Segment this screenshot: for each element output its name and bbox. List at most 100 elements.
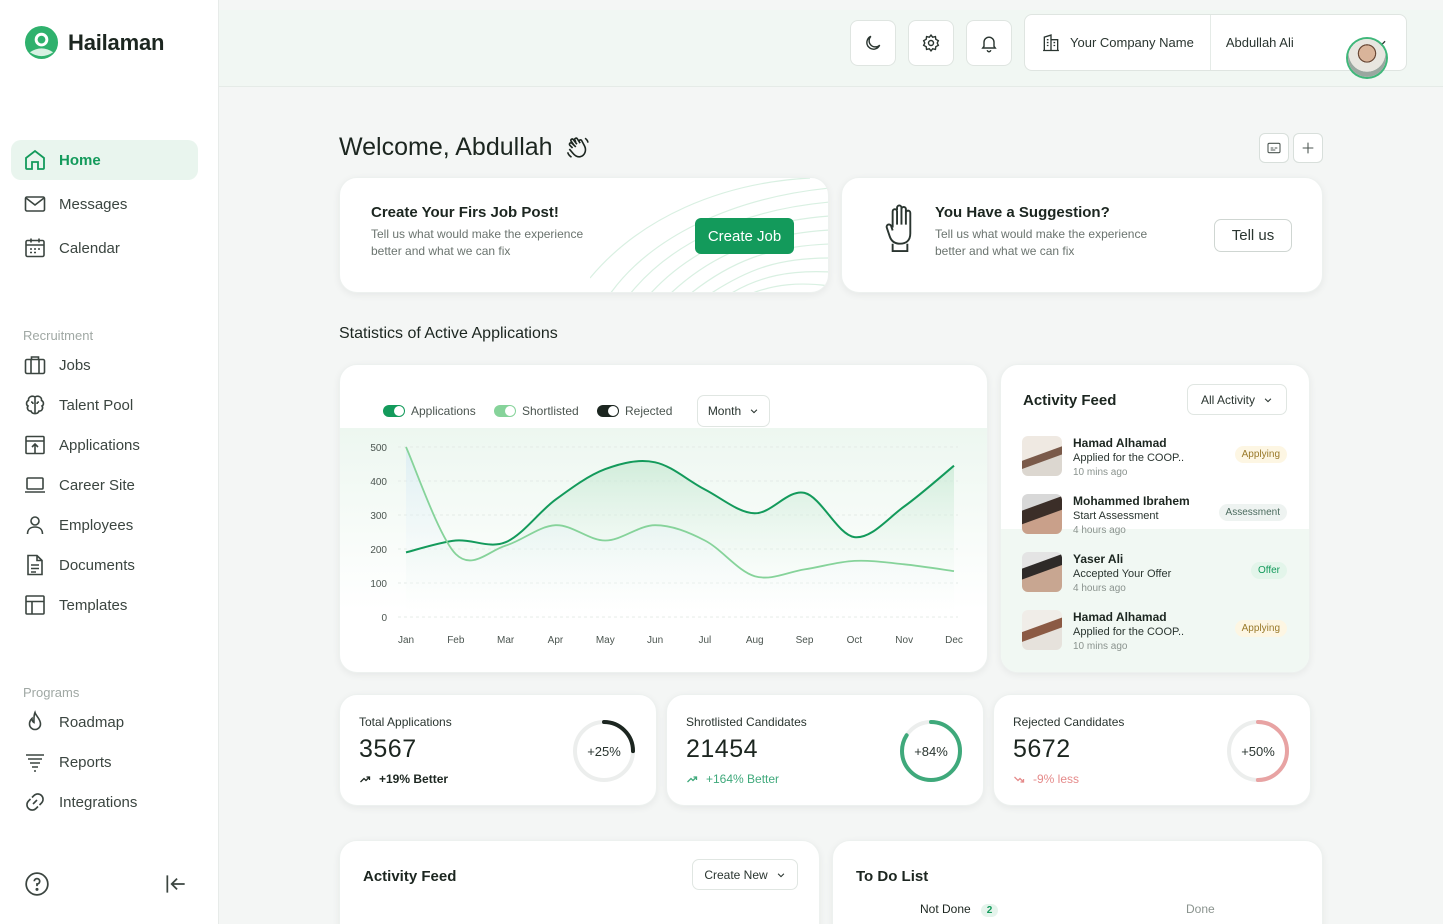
period-dropdown[interactable]: Month	[697, 395, 770, 427]
stat-change: -9% less	[1013, 772, 1079, 786]
theme-toggle-button[interactable]	[850, 20, 896, 66]
legend-label: Rejected	[625, 404, 673, 418]
suggestion-card: You Have a Suggestion? Tell us what woul…	[841, 177, 1323, 293]
avatar	[1022, 552, 1062, 592]
list-item[interactable]: Yaser Ali Accepted Your Offer 4 hours ag…	[1000, 542, 1310, 600]
sidebar-item-career-site[interactable]: Career Site	[11, 465, 198, 505]
chevron-down-icon	[750, 409, 758, 414]
topbar: Your Company Name Abdullah Ali	[219, 10, 1443, 87]
feed-time: 4 hours ago	[1073, 525, 1126, 536]
sidebar-item-messages[interactable]: Messages	[11, 184, 198, 224]
trend-up-icon	[687, 776, 698, 783]
welcome-heading: Welcome, Abdullah	[339, 133, 591, 162]
notifications-button[interactable]	[966, 20, 1012, 66]
sidebar-item-label: Reports	[59, 753, 112, 771]
stat-card-rejected: Rejected Candidates 5672 -9% less +50%	[993, 694, 1311, 806]
card-view-icon	[1267, 142, 1281, 154]
toggle-applications[interactable]	[383, 405, 405, 417]
tab-done[interactable]: Done	[1186, 902, 1215, 916]
x-tick-label: May	[596, 635, 615, 646]
create-new-dropdown[interactable]: Create New	[692, 859, 798, 890]
todo-list-card: To Do List Not Done 2 Done	[832, 840, 1323, 924]
user-menu[interactable]: Abdullah Ali	[1211, 35, 1406, 77]
account-switcher[interactable]: Your Company Name Abdullah Ali	[1024, 14, 1407, 77]
laptop-icon	[25, 477, 45, 493]
y-tick-label: 0	[381, 613, 387, 624]
x-tick-label: Dec	[945, 635, 963, 646]
chevron-down-icon	[1264, 397, 1272, 402]
feed-action: Applied for the COOP..	[1073, 626, 1185, 638]
list-item[interactable]: Hamad Alhamad Applied for the COOP.. 10 …	[1000, 600, 1310, 658]
filter-lines-icon	[26, 754, 44, 772]
x-tick-label: Aug	[746, 635, 764, 646]
todo-title: To Do List	[856, 868, 929, 885]
collapse-sidebar-icon[interactable]	[163, 871, 189, 897]
sidebar-item-jobs[interactable]: Jobs	[11, 345, 198, 385]
x-tick-label: Jan	[398, 635, 414, 646]
user-name: Abdullah Ali	[1225, 35, 1294, 50]
app-logo[interactable]: Hailaman	[24, 25, 164, 60]
sidebar-item-label: Documents	[59, 556, 135, 574]
sidebar-item-label: Jobs	[59, 356, 91, 374]
legend-label: Shortlisted	[522, 404, 579, 418]
sidebar-item-calendar[interactable]: Calendar	[11, 228, 198, 268]
sidebar-item-documents[interactable]: Documents	[11, 545, 198, 585]
bottom-activity-feed-card: Activity Feed Create New	[339, 840, 820, 924]
app-name: Hailaman	[68, 29, 165, 55]
gear-icon	[922, 33, 940, 53]
toggle-rejected[interactable]	[597, 405, 619, 417]
x-tick-label: Jul	[699, 635, 712, 646]
x-tick-label: Feb	[447, 635, 465, 646]
y-tick-label: 100	[370, 579, 387, 590]
stat-card-shortlisted: Shrotlisted Candidates 21454 +164% Bette…	[666, 694, 984, 806]
create-job-button[interactable]: Create Job	[695, 218, 794, 254]
customize-dashboard-button[interactable]	[1259, 133, 1289, 163]
inbox-upload-icon	[25, 435, 45, 455]
suggestion-card-subtitle-1: Tell us what would make the experience	[935, 227, 1148, 241]
toggle-shortlisted[interactable]	[494, 405, 516, 417]
create-job-card: Create Your Firs Job Post! Tell us what …	[339, 177, 829, 293]
flame-icon	[28, 710, 42, 731]
sidebar-item-label: Career Site	[59, 476, 135, 494]
stat-change-text: +164% Better	[706, 772, 780, 786]
sidebar-item-integrations[interactable]: Integrations	[11, 782, 198, 822]
list-item[interactable]: Hamad Alhamad Applied for the COOP.. 10 …	[1000, 426, 1310, 484]
legend-label: Applications	[411, 404, 476, 418]
add-widget-button[interactable]	[1293, 133, 1323, 163]
tell-us-button[interactable]: Tell us	[1214, 219, 1292, 252]
calendar-icon	[25, 238, 45, 258]
legend-shortlisted[interactable]: Shortlisted	[494, 404, 579, 418]
x-tick-label: Mar	[497, 635, 515, 646]
chevron-down-icon	[777, 872, 784, 877]
status-badge: Applying	[1234, 446, 1287, 463]
moon-icon	[866, 35, 881, 50]
help-icon[interactable]	[24, 871, 50, 897]
applications-line-chart: 0 100 200 300 400 500 Jan Feb Mar Apr May Jun Jul Au…	[340, 428, 987, 646]
sidebar-item-home[interactable]: Home	[11, 140, 198, 180]
settings-button[interactable]	[908, 20, 954, 66]
activity-filter-dropdown[interactable]: All Activity	[1187, 384, 1287, 415]
sidebar-item-templates[interactable]: Templates	[11, 585, 198, 625]
sidebar-item-roadmap[interactable]: Roadmap	[11, 702, 198, 742]
welcome-text: Welcome, Abdullah	[339, 133, 553, 161]
ring-percentage: +25%	[587, 743, 621, 759]
tab-not-done[interactable]: Not Done 2	[920, 902, 999, 917]
stat-change: +164% Better	[686, 772, 779, 786]
sidebar-item-label: Templates	[59, 596, 128, 614]
sidebar-item-applications[interactable]: Applications	[11, 425, 198, 465]
sidebar-item-talent-pool[interactable]: Talent Pool	[11, 385, 198, 425]
sidebar-item-reports[interactable]: Reports	[11, 742, 198, 782]
feed-action: Applied for the COOP..	[1073, 452, 1185, 464]
legend-rejected[interactable]: Rejected	[597, 404, 672, 418]
sidebar-item-employees[interactable]: Employees	[11, 505, 198, 545]
recruitment-section-title: Recruitment	[23, 328, 94, 343]
waving-hand-icon	[566, 136, 589, 158]
legend-applications[interactable]: Applications	[383, 404, 476, 418]
briefcase-icon	[24, 356, 46, 375]
bottom-activity-title: Activity Feed	[363, 868, 457, 885]
company-selector[interactable]: Your Company Name	[1025, 15, 1211, 70]
stat-change-text: +19% Better	[379, 772, 449, 786]
x-tick-label: Oct	[847, 635, 863, 646]
list-item[interactable]: Mohammed Ibrahem Start Assessment 4 hour…	[1000, 484, 1310, 542]
stat-change: +19% Better	[359, 772, 448, 786]
